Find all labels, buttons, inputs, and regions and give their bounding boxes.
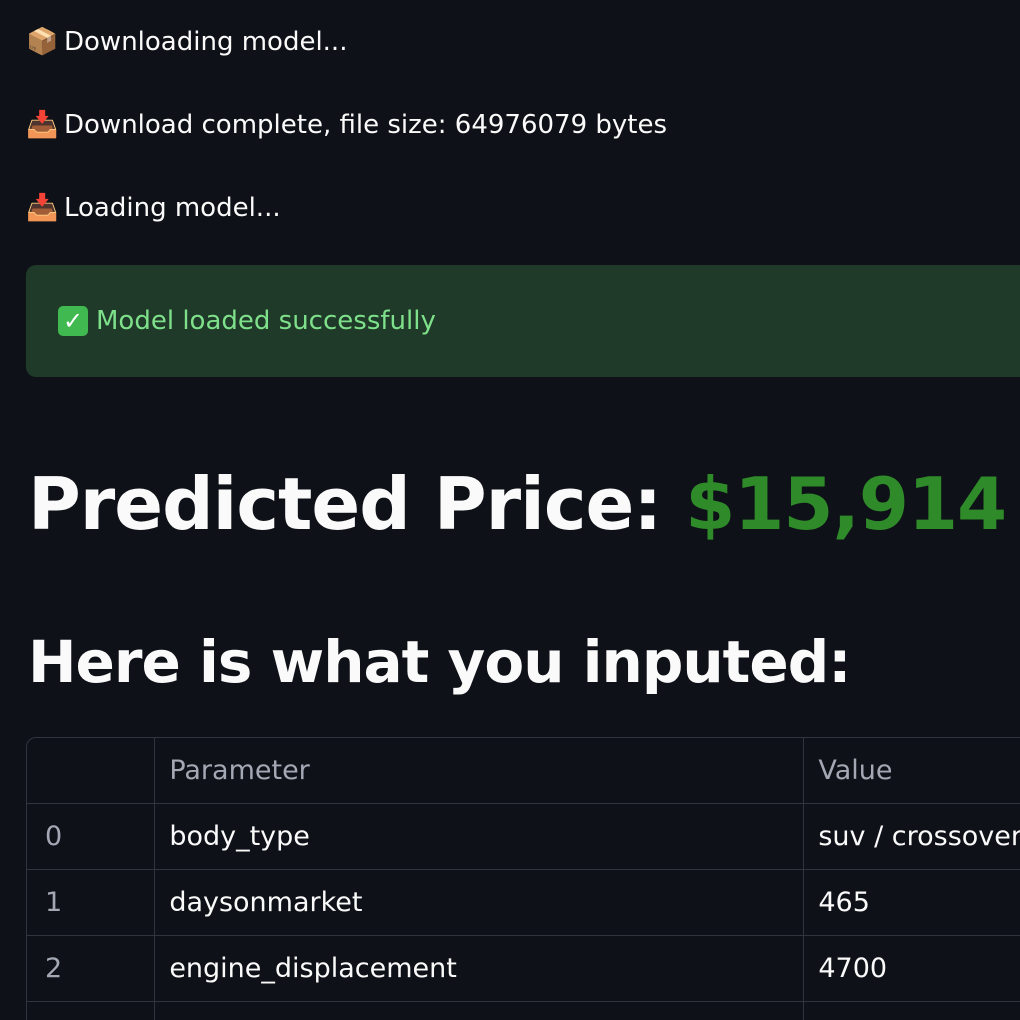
status-downloading: 📦 Downloading model...	[26, 24, 347, 60]
app-main: 📦 Downloading model... 📥 Download comple…	[0, 0, 1020, 1020]
success-message: ✓ Model loaded successfully	[58, 303, 436, 339]
table-row: 1 daysonmarket 465	[27, 869, 1020, 936]
value-column-header[interactable]: Value	[803, 738, 1020, 804]
success-alert: ✓ Model loaded successfully	[26, 265, 1020, 377]
parameter-cell[interactable]: engine_displacement	[154, 935, 805, 1002]
index-column-header[interactable]	[27, 738, 156, 804]
predicted-price-heading: Predicted Price: $15,914	[28, 456, 1007, 552]
table-row: 0 body_type suv / crossover	[27, 803, 1020, 870]
inbox-tray-icon: 📥	[26, 110, 59, 140]
status-download-complete: 📥 Download complete, file size: 64976079…	[26, 107, 667, 143]
table-header-row: Parameter Value	[27, 738, 1020, 804]
value-cell[interactable]	[803, 1001, 1020, 1020]
value-cell[interactable]: 4700	[803, 935, 1020, 1002]
parameter-cell[interactable]: body_type	[154, 803, 805, 870]
inbox-tray-icon: 📥	[26, 193, 59, 223]
row-index[interactable]: 3	[27, 1001, 156, 1020]
row-index[interactable]: 1	[27, 869, 156, 936]
table-row: 3	[27, 1001, 1020, 1020]
parameter-column-header[interactable]: Parameter	[154, 738, 805, 804]
table-row: 2 engine_displacement 4700	[27, 935, 1020, 1002]
status-downloading-text: Downloading model...	[64, 27, 348, 57]
predicted-price-value: $15,914	[685, 462, 1007, 546]
parameter-cell[interactable]: daysonmarket	[154, 869, 805, 936]
value-cell[interactable]: suv / crossover	[803, 803, 1020, 870]
row-index[interactable]: 2	[27, 935, 156, 1002]
check-mark-icon: ✓	[58, 306, 88, 336]
parameter-cell[interactable]	[154, 1001, 805, 1020]
success-message-text: Model loaded successfully	[96, 306, 436, 336]
package-icon: 📦	[26, 27, 59, 57]
inputs-heading: Here is what you inputed:	[28, 628, 851, 696]
value-cell[interactable]: 465	[803, 869, 1020, 936]
status-loading-text: Loading model...	[64, 193, 281, 223]
inputs-table[interactable]: Parameter Value 0 body_type suv / crosso…	[26, 737, 1020, 1020]
row-index[interactable]: 0	[27, 803, 156, 870]
status-download-complete-text: Download complete, file size: 64976079 b…	[64, 110, 668, 140]
predicted-price-label: Predicted Price:	[28, 462, 686, 546]
status-loading: 📥 Loading model...	[26, 190, 281, 226]
